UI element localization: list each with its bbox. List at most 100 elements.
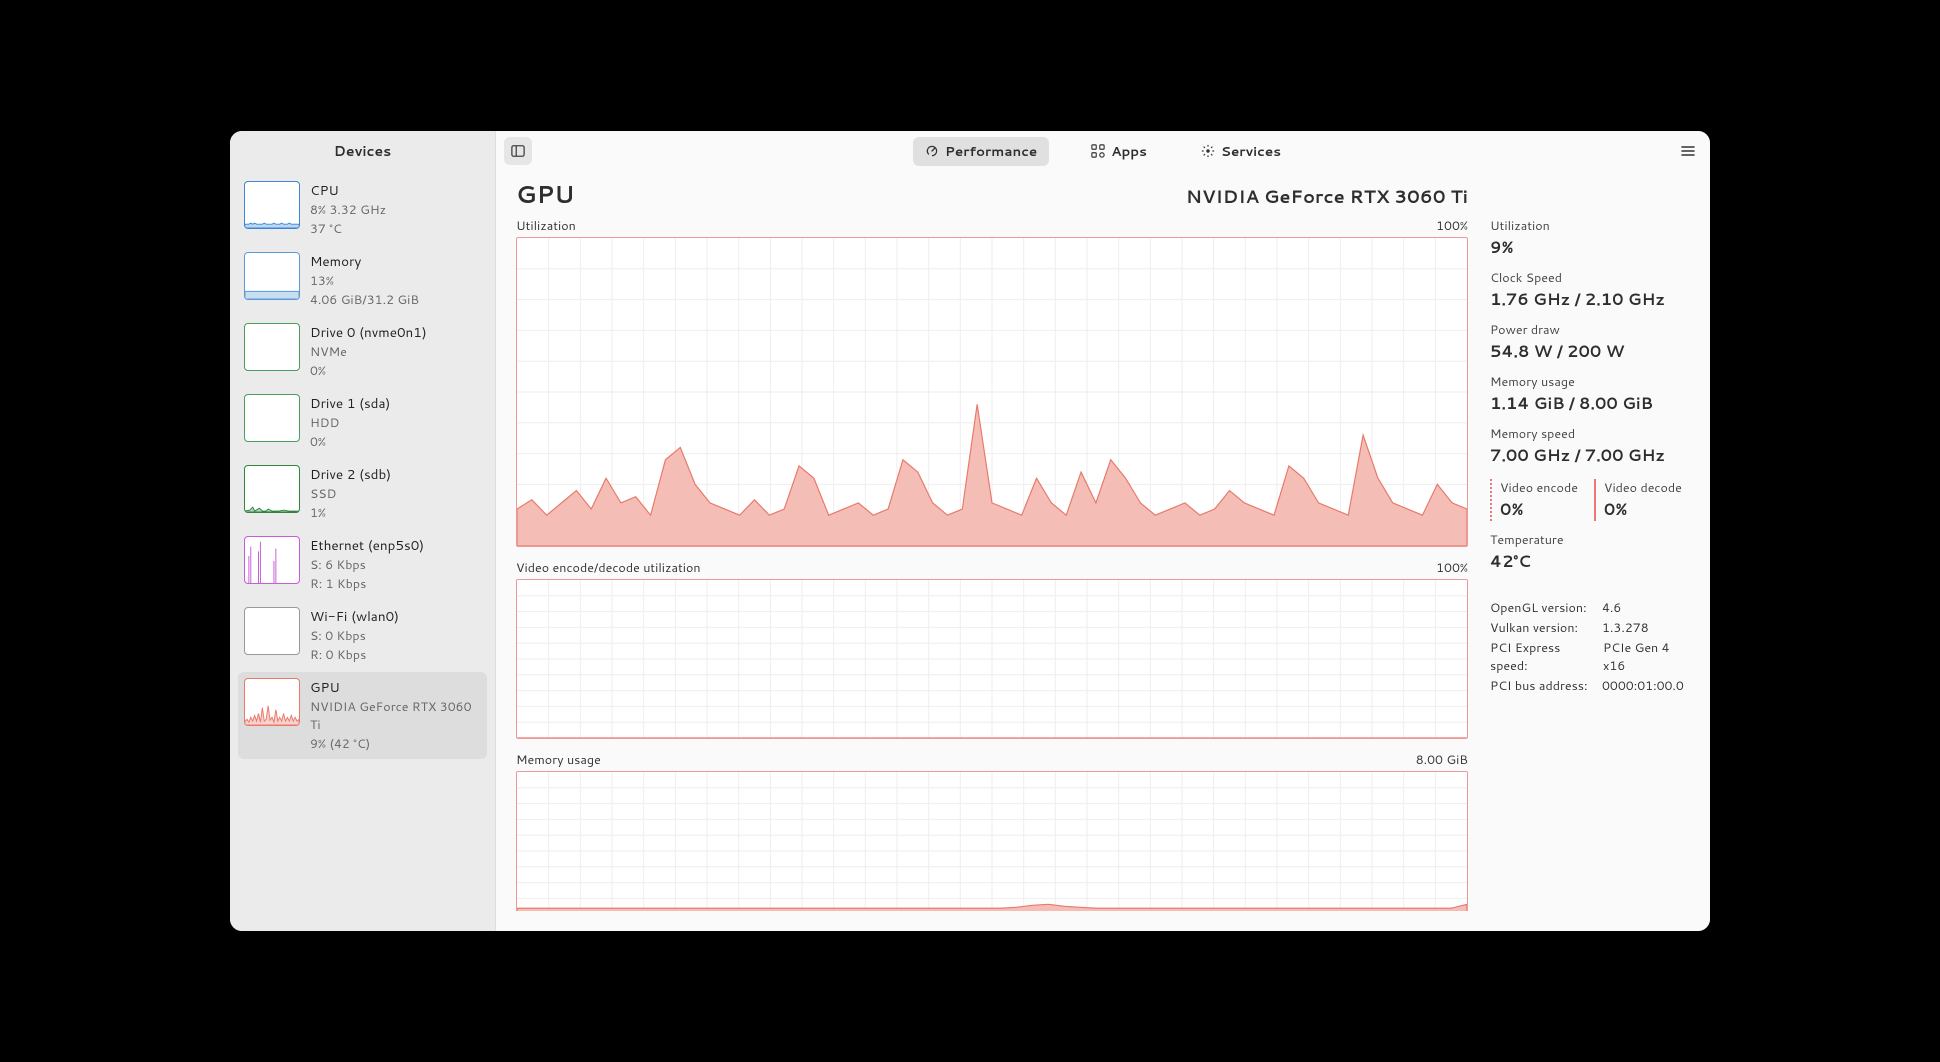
page-body: GPU NVIDIA GeForce RTX 3060 Ti Utilizati… <box>496 171 1710 931</box>
device-sub1: 13% <box>310 272 419 290</box>
spec-row: PCI bus address: 0000:01:00.0 <box>1490 677 1690 695</box>
chart-max: 100% <box>1436 559 1468 577</box>
device-sub1: NVMe <box>310 343 427 361</box>
device-thumb <box>244 323 300 371</box>
info-column: Utilization9% Clock Speed1.76 GHz / 2.10… <box>1490 177 1690 911</box>
app-window: Devices CPU 8% 3.32 GHz 37 °C Memory 13%… <box>230 131 1710 931</box>
hamburger-icon <box>1680 143 1696 159</box>
chart-label: Memory usage <box>516 751 601 769</box>
apps-icon <box>1091 144 1105 158</box>
spec-key: PCI bus address: <box>1490 677 1594 695</box>
device-name: Drive 2 (sdb) <box>310 465 391 484</box>
device-sub1: SSD <box>310 485 391 503</box>
device-sub2: 37 °C <box>310 220 386 238</box>
specs-block: OpenGL version: 4.6 Vulkan version: 1.3.278… <box>1490 599 1690 697</box>
device-name: CPU <box>310 181 386 200</box>
device-item[interactable]: Drive 0 (nvme0n1) NVMe 0% <box>238 317 487 386</box>
spec-row: PCI Express speed:PCIe Gen 4 x16 <box>1490 639 1690 675</box>
device-name: Drive 0 (nvme0n1) <box>310 323 427 342</box>
spec-row: Vulkan version: 1.3.278 <box>1490 619 1690 637</box>
info-temp: Temperature42°C <box>1490 531 1690 573</box>
menu-button[interactable] <box>1674 137 1702 165</box>
device-sub1: S: 0 Kbps <box>310 627 399 645</box>
device-sub2: R: 0 Kbps <box>310 646 399 664</box>
info-power: Power draw54.8 W / 200 W <box>1490 321 1690 363</box>
tab-label: Performance <box>945 142 1037 161</box>
services-icon <box>1201 144 1215 158</box>
title-row: GPU NVIDIA GeForce RTX 3060 Ti <box>516 177 1468 211</box>
device-item[interactable]: Ethernet (enp5s0) S: 6 Kbps R: 1 Kbps <box>238 530 487 599</box>
page-title: GPU <box>516 177 575 211</box>
device-item[interactable]: CPU 8% 3.32 GHz 37 °C <box>238 175 487 244</box>
device-sub2: 1% <box>310 504 391 522</box>
spec-key: OpenGL version: <box>1490 599 1594 617</box>
device-item[interactable]: GPU NVIDIA GeForce RTX 3060 Ti 9% (42 °C… <box>238 672 487 759</box>
chart-area <box>516 579 1468 739</box>
encode-decode-row: Video encode0% Video decode0% <box>1490 479 1690 521</box>
chart-label: Utilization <box>516 217 576 235</box>
device-sub2: 4.06 GiB/31.2 GiB <box>310 291 419 309</box>
device-name: Ethernet (enp5s0) <box>310 536 424 555</box>
chart-utilization: Utilization 100% <box>516 217 1468 547</box>
chart-video: Video encode/decode utilization 100% <box>516 559 1468 739</box>
chart-area <box>516 771 1468 911</box>
speedometer-icon <box>925 144 939 158</box>
device-thumb <box>244 181 300 229</box>
topbar: Performance Apps Services <box>496 131 1710 171</box>
info-memspeed: Memory speed7.00 GHz / 7.00 GHz <box>1490 425 1690 467</box>
device-thumb <box>244 536 300 584</box>
device-sub2: 9% (42 °C) <box>310 735 481 753</box>
spec-value: 4.6 <box>1602 599 1621 617</box>
sidebar: Devices CPU 8% 3.32 GHz 37 °C Memory 13%… <box>230 131 496 931</box>
gpu-model: NVIDIA GeForce RTX 3060 Ti <box>1186 183 1468 209</box>
device-thumb <box>244 394 300 442</box>
chart-memory: Memory usage 8.00 GiB <box>516 751 1468 911</box>
sidebar-title: Devices <box>230 131 495 171</box>
chart-label: Video encode/decode utilization <box>516 559 701 577</box>
tab-label: Services <box>1221 142 1281 161</box>
toggle-sidebar-button[interactable] <box>504 137 532 165</box>
spec-value: PCIe Gen 4 x16 <box>1603 639 1690 675</box>
sidebar-icon <box>511 144 525 158</box>
chart-max: 100% <box>1436 217 1468 235</box>
device-sub1: HDD <box>310 414 390 432</box>
info-memusage: Memory usage1.14 GiB / 8.00 GiB <box>1490 373 1690 415</box>
spec-value: 0000:01:00.0 <box>1602 677 1684 695</box>
device-item[interactable]: Memory 13% 4.06 GiB/31.2 GiB <box>238 246 487 315</box>
main-pane: Performance Apps Services GPU NVIDIA <box>496 131 1710 931</box>
device-sub2: 0% <box>310 433 390 451</box>
info-encode: Video encode0% <box>1490 479 1578 521</box>
device-name: Drive 1 (sda) <box>310 394 390 413</box>
tab-label: Apps <box>1111 142 1147 161</box>
spec-row: OpenGL version: 4.6 <box>1490 599 1690 617</box>
device-item[interactable]: Drive 2 (sdb) SSD 1% <box>238 459 487 528</box>
info-clock: Clock Speed1.76 GHz / 2.10 GHz <box>1490 269 1690 311</box>
charts-column: GPU NVIDIA GeForce RTX 3060 Ti Utilizati… <box>516 177 1468 911</box>
spec-value: 1.3.278 <box>1602 619 1649 637</box>
device-item[interactable]: Wi-Fi (wlan0) S: 0 Kbps R: 0 Kbps <box>238 601 487 670</box>
info-decode: Video decode0% <box>1594 479 1682 521</box>
chart-area <box>516 237 1468 547</box>
tab-performance[interactable]: Performance <box>913 137 1049 166</box>
info-utilization: Utilization9% <box>1490 217 1690 259</box>
tab-services[interactable]: Services <box>1189 137 1293 166</box>
device-name: GPU <box>310 678 481 697</box>
device-item[interactable]: Drive 1 (sda) HDD 0% <box>238 388 487 457</box>
device-name: Wi-Fi (wlan0) <box>310 607 399 626</box>
device-thumb <box>244 678 300 726</box>
device-sub2: 0% <box>310 362 427 380</box>
tab-apps[interactable]: Apps <box>1079 137 1159 166</box>
device-sub2: R: 1 Kbps <box>310 575 424 593</box>
device-sub1: 8% 3.32 GHz <box>310 201 386 219</box>
tab-bar: Performance Apps Services <box>540 137 1666 166</box>
device-sub1: NVIDIA GeForce RTX 3060 Ti <box>310 698 481 734</box>
device-list: CPU 8% 3.32 GHz 37 °C Memory 13% 4.06 Gi… <box>230 171 495 765</box>
device-sub1: S: 6 Kbps <box>310 556 424 574</box>
device-name: Memory <box>310 252 419 271</box>
device-thumb <box>244 465 300 513</box>
spec-key: Vulkan version: <box>1490 619 1594 637</box>
spec-key: PCI Express speed: <box>1490 639 1595 675</box>
device-thumb <box>244 252 300 300</box>
device-thumb <box>244 607 300 655</box>
chart-max: 8.00 GiB <box>1416 751 1468 769</box>
